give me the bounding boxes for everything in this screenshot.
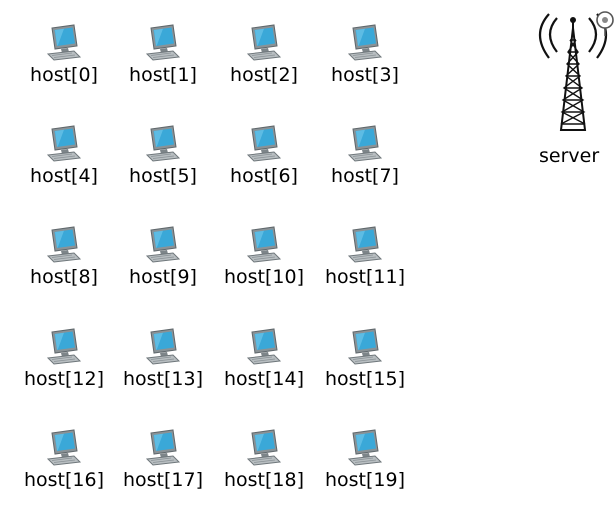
host-node[interactable]: host[10]: [212, 202, 316, 292]
host-node[interactable]: host[3]: [313, 0, 417, 90]
host-node[interactable]: host[13]: [111, 304, 215, 394]
server-label: server: [539, 145, 600, 167]
host-node[interactable]: host[15]: [313, 304, 417, 394]
desktop-computer-icon: [145, 24, 181, 61]
host-node[interactable]: host[8]: [12, 202, 116, 292]
desktop-computer-icon: [347, 328, 383, 365]
desktop-computer-icon: [145, 226, 181, 263]
host-node[interactable]: host[17]: [111, 405, 215, 495]
host-node[interactable]: host[1]: [111, 0, 215, 90]
desktop-computer-icon: [246, 226, 282, 263]
desktop-computer-icon: [46, 125, 82, 162]
host-label: host[17]: [122, 469, 204, 491]
host-label: host[18]: [223, 469, 305, 491]
host-label: host[19]: [324, 469, 406, 491]
host-node[interactable]: host[4]: [12, 101, 116, 191]
host-node[interactable]: host[19]: [313, 405, 417, 495]
host-label: host[6]: [230, 165, 298, 187]
host-node[interactable]: host[0]: [12, 0, 116, 90]
host-node[interactable]: host[16]: [12, 405, 116, 495]
host-label: host[9]: [129, 266, 197, 288]
host-label: host[7]: [331, 165, 399, 187]
desktop-computer-icon: [347, 24, 383, 61]
desktop-computer-icon: [145, 125, 181, 162]
host-label: host[2]: [230, 64, 298, 86]
server-node[interactable]: server: [525, 6, 616, 168]
host-node[interactable]: host[9]: [111, 202, 215, 292]
host-label: host[1]: [129, 64, 197, 86]
desktop-computer-icon: [46, 24, 82, 61]
host-label: host[3]: [331, 64, 399, 86]
host-label: host[15]: [324, 368, 406, 390]
host-label: host[5]: [129, 165, 197, 187]
host-label: host[16]: [23, 469, 105, 491]
host-label: host[0]: [30, 64, 98, 86]
host-label: host[10]: [223, 266, 305, 288]
desktop-computer-icon: [246, 429, 282, 466]
host-label: host[4]: [30, 165, 98, 187]
desktop-computer-icon: [347, 226, 383, 263]
host-label: host[12]: [23, 368, 105, 390]
host-node[interactable]: host[7]: [313, 101, 417, 191]
desktop-computer-icon: [145, 328, 181, 365]
host-node[interactable]: host[12]: [12, 304, 116, 394]
host-node[interactable]: host[2]: [212, 0, 316, 90]
desktop-computer-icon: [246, 24, 282, 61]
desktop-computer-icon: [246, 125, 282, 162]
host-label: host[13]: [122, 368, 204, 390]
host-node[interactable]: host[6]: [212, 101, 316, 191]
desktop-computer-icon: [347, 429, 383, 466]
host-node[interactable]: host[5]: [111, 101, 215, 191]
desktop-computer-icon: [145, 429, 181, 466]
host-label: host[8]: [30, 266, 98, 288]
network-canvas: host[0] host[1] host[2] host[3] host[4] host[…: [0, 0, 616, 509]
desktop-computer-icon: [246, 328, 282, 365]
host-label: host[11]: [324, 266, 406, 288]
radio-tower-icon: [538, 11, 614, 131]
desktop-computer-icon: [46, 226, 82, 263]
host-node[interactable]: host[11]: [313, 202, 417, 292]
desktop-computer-icon: [46, 429, 82, 466]
host-node[interactable]: host[18]: [212, 405, 316, 495]
desktop-computer-icon: [347, 125, 383, 162]
host-node[interactable]: host[14]: [212, 304, 316, 394]
host-label: host[14]: [223, 368, 305, 390]
desktop-computer-icon: [46, 328, 82, 365]
